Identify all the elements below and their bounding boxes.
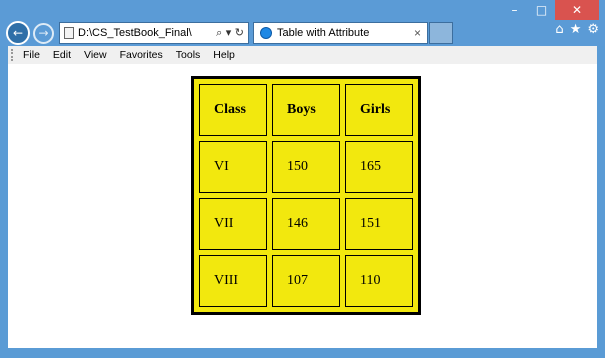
cell-girls: 110 [345,255,413,307]
menu-grip [11,49,17,61]
cell-boys: 107 [272,255,340,307]
cell-class: VIII [199,255,267,307]
cell-class: VI [199,141,267,193]
home-icon[interactable]: ⌂ [555,22,563,37]
status-bar [0,348,605,358]
ie-icon [260,27,272,39]
menu-help[interactable]: Help [213,49,235,61]
cell-class: VII [199,198,267,250]
header-girls: Girls [345,84,413,136]
table-row: VI 150 165 [199,141,413,193]
cell-girls: 165 [345,141,413,193]
table-row: VII 146 151 [199,198,413,250]
cell-boys: 146 [272,198,340,250]
page-icon [64,27,74,39]
menu-bar: File Edit View Favorites Tools Help [8,46,597,65]
maximize-button[interactable]: □ [528,0,555,20]
class-table: Class Boys Girls VI 150 165 VII 146 151 … [191,76,421,315]
page-content: Class Boys Girls VI 150 165 VII 146 151 … [8,64,597,348]
address-bar[interactable]: D:\CS_TestBook_Final\ ⌕ ▾ ↻ [59,22,249,44]
header-boys: Boys [272,84,340,136]
caption-buttons: – □ ✕ [501,0,599,20]
toolbar-icons: ⌂ ★ ⚙ [555,22,599,37]
menu-file[interactable]: File [23,49,40,61]
address-text[interactable]: D:\CS_TestBook_Final\ [78,27,213,39]
table-row: VIII 107 110 [199,255,413,307]
cell-girls: 151 [345,198,413,250]
settings-icon[interactable]: ⚙ [587,22,599,37]
menu-view[interactable]: View [84,49,107,61]
table-header-row: Class Boys Girls [199,84,413,136]
title-bar: – □ ✕ ← → D:\CS_TestBook_Final\ ⌕ ▾ ↻ Ta… [0,0,605,46]
tab-close-icon[interactable]: × [414,26,421,40]
browser-window: – □ ✕ ← → D:\CS_TestBook_Final\ ⌕ ▾ ↻ Ta… [0,0,605,358]
forward-button[interactable]: → [33,22,54,44]
menu-edit[interactable]: Edit [53,49,71,61]
favorites-icon[interactable]: ★ [570,22,582,37]
search-refresh-icons[interactable]: ⌕ ▾ ↻ [216,26,244,40]
new-tab-button[interactable] [429,22,453,44]
navigation-row: ← → D:\CS_TestBook_Final\ ⌕ ▾ ↻ Table wi… [6,21,453,45]
back-button[interactable]: ← [6,21,30,45]
cell-boys: 150 [272,141,340,193]
close-button[interactable]: ✕ [555,0,599,20]
menu-tools[interactable]: Tools [176,49,201,61]
tab-table-with-attribute[interactable]: Table with Attribute × [253,22,428,44]
tab-label: Table with Attribute [277,27,370,39]
minimize-button[interactable]: – [501,0,528,20]
header-class: Class [199,84,267,136]
menu-favorites[interactable]: Favorites [120,49,163,61]
